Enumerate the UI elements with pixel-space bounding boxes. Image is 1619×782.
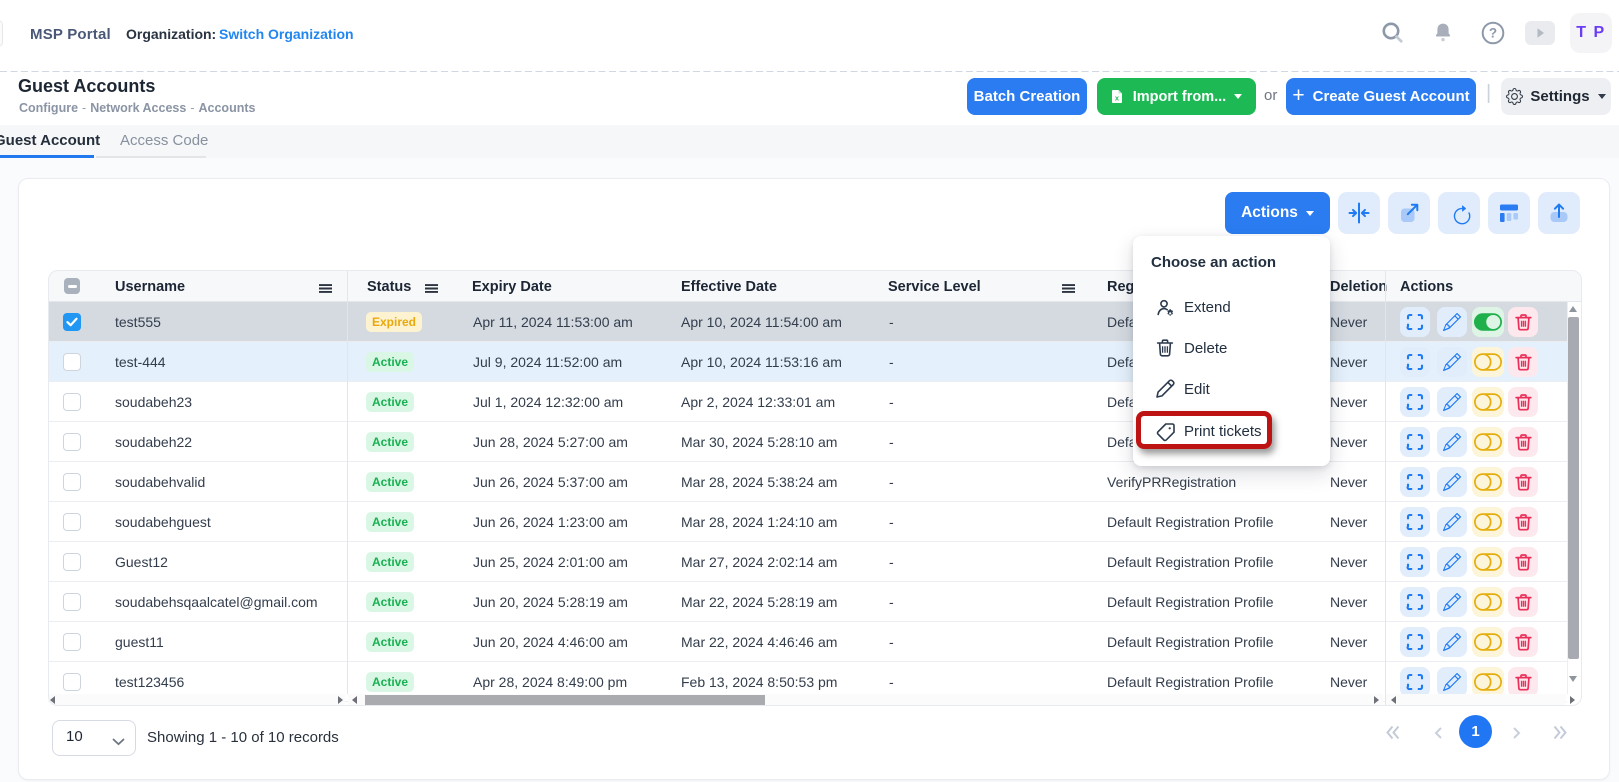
svg-text:?: ?	[1489, 26, 1497, 41]
